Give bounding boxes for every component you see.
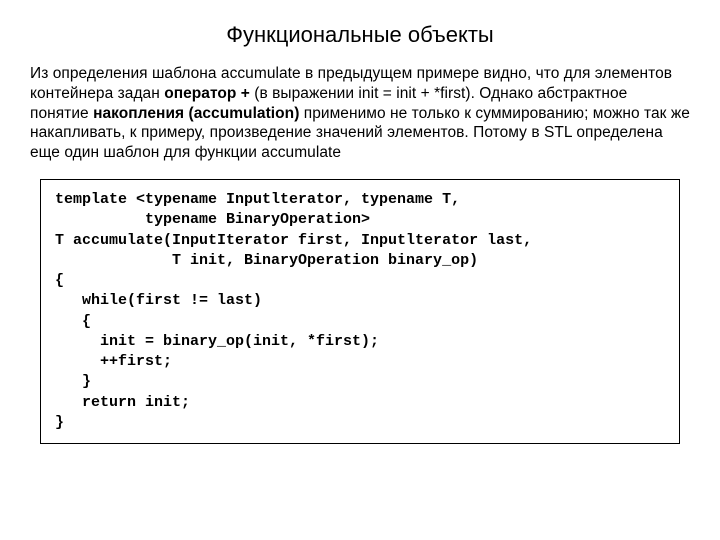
code-block: template <typename Inputlterator, typena…: [55, 190, 665, 433]
code-block-container: template <typename Inputlterator, typena…: [40, 179, 680, 444]
intro-paragraph: Из определения шаблона accumulate в пред…: [30, 64, 690, 163]
page-title: Функциональные объекты: [70, 22, 650, 48]
